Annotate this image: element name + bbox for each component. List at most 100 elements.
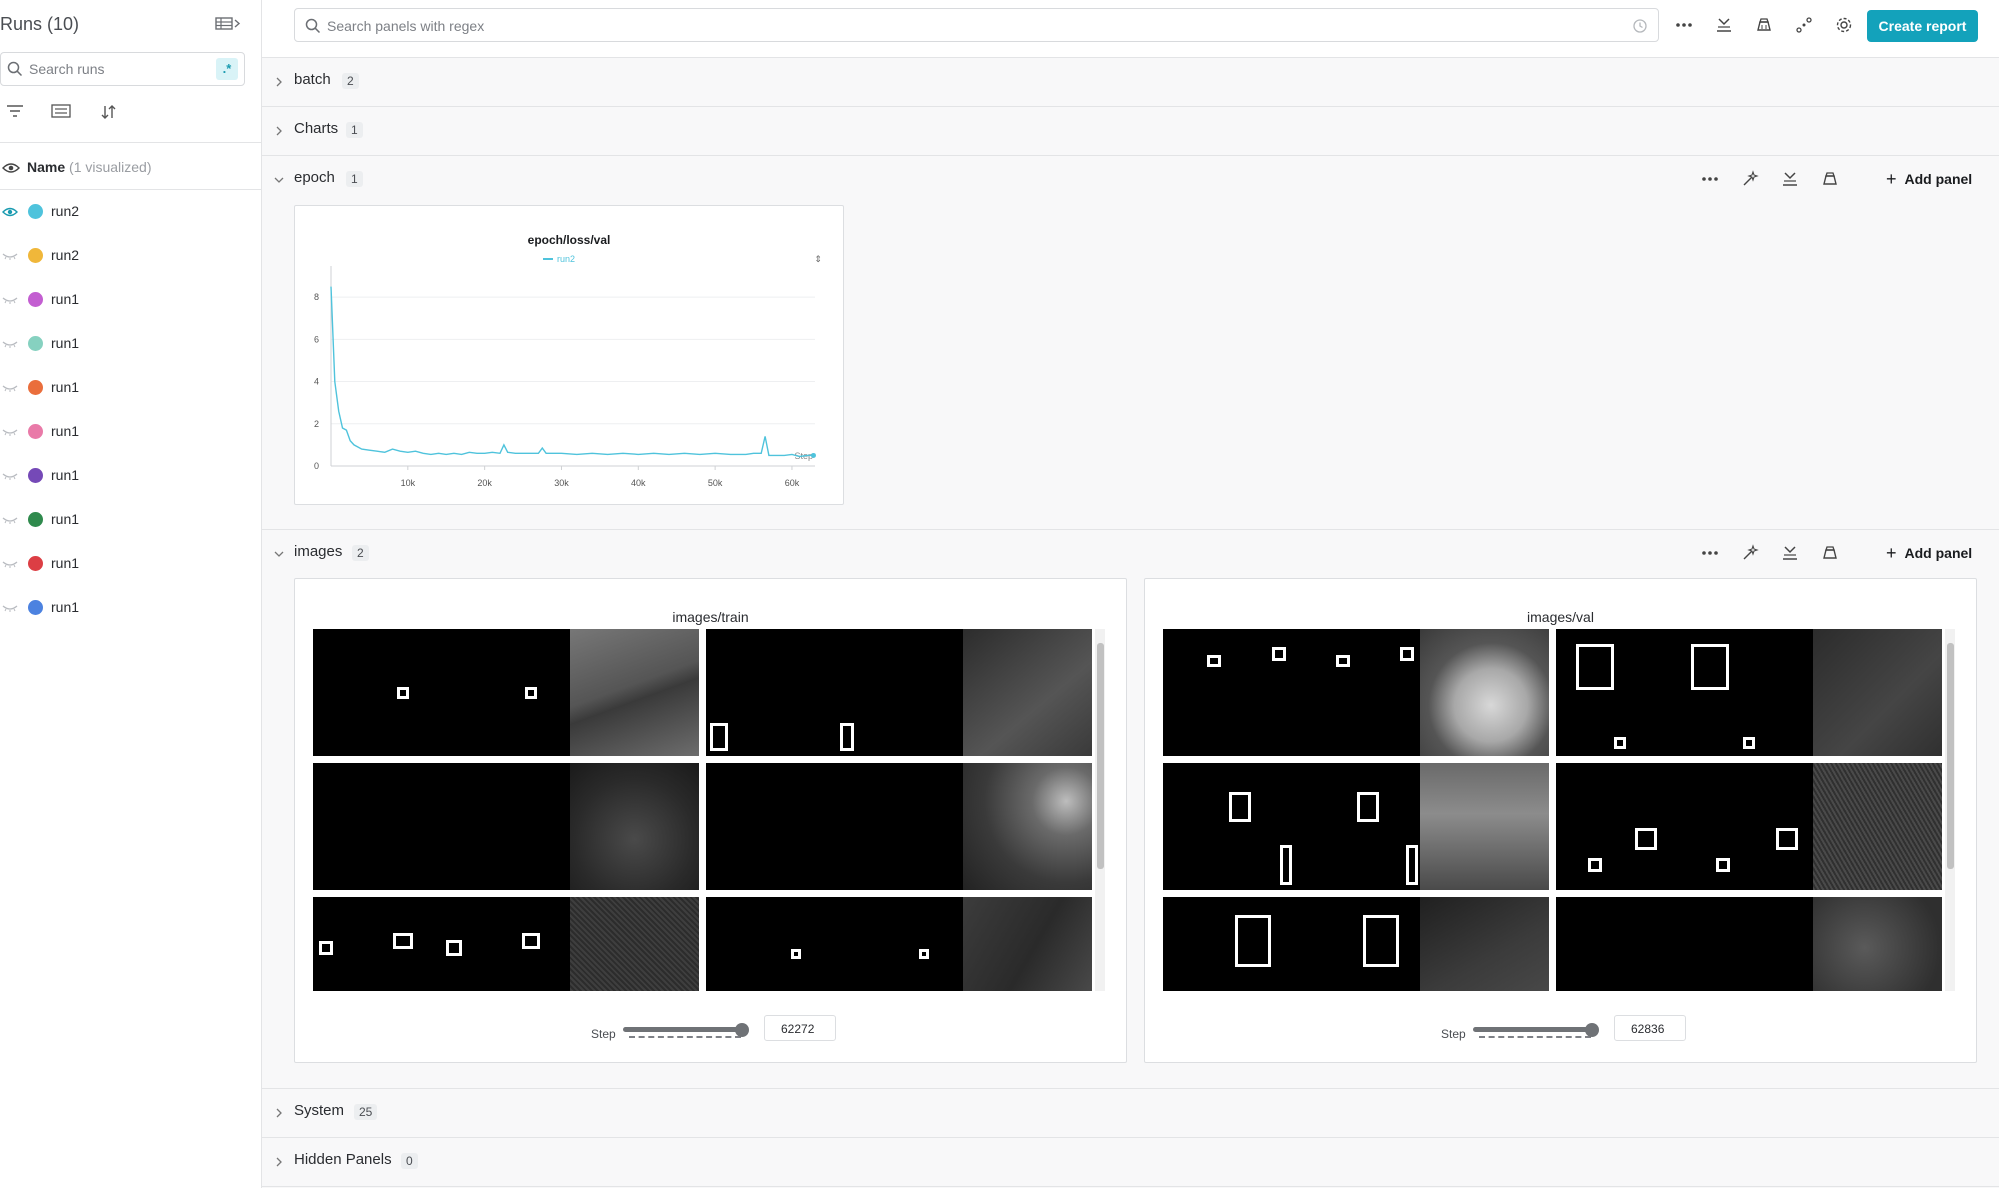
run-row[interactable]: run1: [0, 278, 262, 322]
expand-table-icon[interactable]: [215, 16, 245, 34]
scrollbar-thumb[interactable]: [1947, 643, 1954, 869]
collapse-icon[interactable]: [1781, 170, 1801, 190]
run-color-swatch[interactable]: [28, 204, 43, 219]
section-title[interactable]: images: [294, 543, 342, 560]
slider-handle[interactable]: [735, 1023, 749, 1037]
group-icon[interactable]: [51, 104, 73, 124]
eye-closed-icon[interactable]: [2, 513, 18, 525]
section-charts[interactable]: Charts 1: [262, 107, 1999, 156]
image-thumbnail[interactable]: [1556, 629, 1942, 756]
run-name[interactable]: run1: [51, 511, 79, 527]
chevron-right-icon[interactable]: [274, 123, 284, 136]
legend-toggle-icon[interactable]: ⇕: [814, 255, 822, 265]
step-input[interactable]: 62272: [764, 1015, 836, 1041]
eye-closed-icon[interactable]: [2, 469, 18, 481]
line-chart-panel[interactable]: epoch/loss/val run2 ⇕ 0 2 4 6 8 10k 20k 30k 40k 50k 6…: [294, 205, 844, 505]
section-title[interactable]: epoch: [294, 169, 335, 186]
chevron-down-icon[interactable]: [274, 172, 284, 183]
run-color-swatch[interactable]: [28, 248, 43, 263]
clear-icon[interactable]: [1821, 170, 1841, 190]
image-thumbnail[interactable]: [313, 763, 699, 890]
step-slider[interactable]: [1473, 1027, 1593, 1032]
clear-panels-icon[interactable]: [1755, 16, 1775, 36]
step-slider[interactable]: [623, 1027, 743, 1032]
slider-handle[interactable]: [1585, 1023, 1599, 1037]
more-options-icon[interactable]: [1701, 170, 1721, 190]
search-runs-input[interactable]: [29, 59, 209, 79]
settings-gear-icon[interactable]: [1835, 16, 1855, 36]
run-name[interactable]: run1: [51, 423, 79, 439]
run-name[interactable]: run1: [51, 291, 79, 307]
run-color-swatch[interactable]: [28, 336, 43, 351]
chevron-right-icon[interactable]: [274, 74, 284, 87]
eye-closed-icon[interactable]: [2, 381, 18, 393]
more-options-icon[interactable]: [1701, 544, 1721, 564]
run-name[interactable]: run1: [51, 467, 79, 483]
eye-icon[interactable]: [2, 161, 20, 179]
name-column-header[interactable]: Name (1 visualized): [27, 159, 152, 175]
run-name[interactable]: run1: [51, 379, 79, 395]
collapse-icon[interactable]: [1781, 544, 1801, 564]
image-thumbnail[interactable]: [706, 897, 1092, 991]
smoothing-icon[interactable]: [1795, 16, 1815, 36]
history-icon[interactable]: [1632, 18, 1648, 39]
image-panel-val[interactable]: images/val Step 62836: [1144, 578, 1977, 1063]
run-row[interactable]: run2: [0, 234, 262, 278]
run-row[interactable]: run1: [0, 366, 262, 410]
scrollbar[interactable]: [1945, 629, 1955, 991]
run-color-swatch[interactable]: [28, 600, 43, 615]
image-thumbnail[interactable]: [1163, 763, 1549, 890]
chevron-down-icon[interactable]: [274, 546, 284, 557]
scrollbar-thumb[interactable]: [1097, 643, 1104, 869]
run-name[interactable]: run1: [51, 555, 79, 571]
filter-icon[interactable]: [6, 104, 28, 124]
image-thumbnail[interactable]: [706, 763, 1092, 890]
collapse-sections-icon[interactable]: [1715, 16, 1735, 36]
run-row[interactable]: run2: [0, 190, 262, 234]
section-system[interactable]: System 25: [262, 1089, 1999, 1138]
scrollbar[interactable]: [1095, 629, 1105, 991]
eye-icon[interactable]: [2, 205, 18, 217]
image-thumbnail[interactable]: [313, 629, 699, 756]
chevron-right-icon[interactable]: [274, 1154, 284, 1167]
run-color-swatch[interactable]: [28, 556, 43, 571]
run-color-swatch[interactable]: [28, 424, 43, 439]
magic-wand-icon[interactable]: [1741, 170, 1761, 190]
panel-search-input[interactable]: [327, 16, 1597, 36]
run-name[interactable]: run2: [51, 247, 79, 263]
image-thumbnail[interactable]: [1163, 897, 1549, 991]
chevron-right-icon[interactable]: [274, 1105, 284, 1118]
image-thumbnail[interactable]: [706, 629, 1092, 756]
create-report-button[interactable]: Create report: [1867, 10, 1978, 42]
clear-icon[interactable]: [1821, 544, 1841, 564]
magic-wand-icon[interactable]: [1741, 544, 1761, 564]
eye-closed-icon[interactable]: [2, 425, 18, 437]
run-row[interactable]: run1: [0, 586, 262, 630]
add-panel-button[interactable]: + Add panel: [1886, 542, 1972, 566]
sort-icon[interactable]: [100, 104, 122, 124]
add-panel-button[interactable]: + Add panel: [1886, 168, 1972, 192]
image-thumbnail[interactable]: [1163, 629, 1549, 756]
run-name[interactable]: run2: [51, 203, 79, 219]
eye-closed-icon[interactable]: [2, 249, 18, 261]
image-thumbnail[interactable]: [1556, 897, 1942, 991]
run-color-swatch[interactable]: [28, 380, 43, 395]
run-row[interactable]: run1: [0, 498, 262, 542]
regex-toggle-button[interactable]: .*: [216, 58, 238, 80]
step-input[interactable]: 62836: [1614, 1015, 1686, 1041]
eye-closed-icon[interactable]: [2, 337, 18, 349]
run-color-swatch[interactable]: [28, 468, 43, 483]
image-thumbnail[interactable]: [313, 897, 699, 991]
run-row[interactable]: run1: [0, 322, 262, 366]
eye-closed-icon[interactable]: [2, 601, 18, 613]
run-row[interactable]: run1: [0, 454, 262, 498]
run-row[interactable]: run1: [0, 542, 262, 586]
eye-closed-icon[interactable]: [2, 557, 18, 569]
eye-closed-icon[interactable]: [2, 293, 18, 305]
run-name[interactable]: run1: [51, 335, 79, 351]
image-thumbnail[interactable]: [1556, 763, 1942, 890]
more-options-icon[interactable]: [1675, 16, 1695, 36]
run-name[interactable]: run1: [51, 599, 79, 615]
section-batch[interactable]: batch 2: [262, 58, 1999, 107]
run-color-swatch[interactable]: [28, 292, 43, 307]
